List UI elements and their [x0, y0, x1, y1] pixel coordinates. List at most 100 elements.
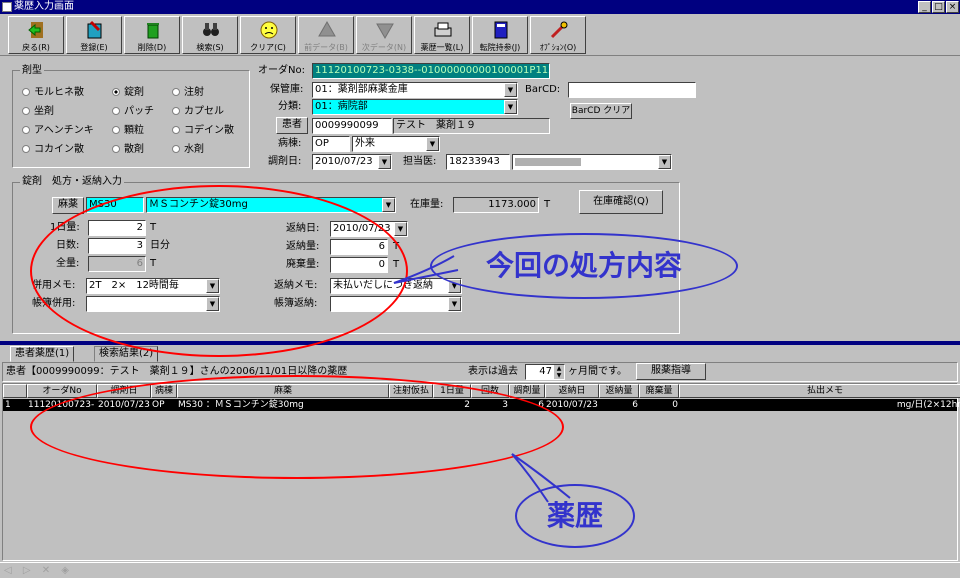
ledger-return-select[interactable]: ▼: [330, 296, 462, 312]
toolbar: 戻る(R) 登録(E) 削除(D) 検索(S) クリア(C) 前データ(B) 次データ(N)…: [0, 14, 960, 56]
radio-dot-icon[interactable]: [22, 88, 30, 96]
days-field[interactable]: 3: [88, 238, 146, 254]
chevron-down-icon[interactable]: ▼: [382, 198, 395, 212]
table-header-cell[interactable]: 返納日: [545, 384, 599, 398]
memo-label: 併用メモ:: [32, 280, 76, 291]
dosage-form-option-label: コデイン散: [184, 125, 234, 136]
radio-dot-icon[interactable]: [172, 145, 180, 153]
dosage-form-option[interactable]: アヘンチンキ: [22, 124, 94, 138]
doctor-name-select[interactable]: ▼: [512, 154, 672, 170]
dosage-form-option[interactable]: 顆粒: [112, 124, 144, 138]
chevron-down-icon[interactable]: ▼: [378, 155, 391, 169]
period-spinner[interactable]: 47 ▲ ▼: [525, 364, 565, 380]
dosage-form-option[interactable]: 錠剤: [112, 86, 144, 100]
patient-id-field[interactable]: 0009990099: [312, 118, 392, 134]
dosage-form-option[interactable]: 散剤: [112, 143, 144, 157]
search-button[interactable]: 検索(S): [182, 16, 238, 54]
chevron-down-icon[interactable]: ▼: [504, 100, 517, 114]
delete-button[interactable]: 削除(D): [124, 16, 180, 54]
order-no-field[interactable]: 11120100723-0338--01000000000100001P112: [312, 63, 550, 79]
chevron-down-icon[interactable]: ▼: [658, 155, 671, 169]
dosage-form-option-label: アヘンチンキ: [34, 125, 94, 136]
table-header-cell[interactable]: 調剤日: [97, 384, 151, 398]
stock-check-button[interactable]: 在庫確認(Q): [579, 190, 663, 214]
dosage-form-option[interactable]: コデイン散: [172, 124, 234, 138]
table-header-cell[interactable]: 返納量: [599, 384, 639, 398]
chevron-down-icon[interactable]: ▼: [448, 297, 461, 311]
prev-button[interactable]: 前データ(B): [298, 16, 354, 54]
ward-code-field[interactable]: OP: [312, 136, 350, 152]
ledger-select[interactable]: ▼: [86, 296, 220, 312]
dosage-form-option[interactable]: 水剤: [172, 143, 204, 157]
table-cell: 6: [632, 400, 638, 410]
radio-dot-icon[interactable]: [112, 88, 120, 96]
daily-field[interactable]: 2: [88, 220, 146, 236]
maximize-button[interactable]: □: [932, 1, 945, 13]
chevron-down-icon[interactable]: ▼: [394, 222, 407, 236]
radio-dot-icon[interactable]: [172, 88, 180, 96]
dispense-date-field[interactable]: 2010/07/23 ▼: [312, 154, 392, 170]
memo-select[interactable]: 2T 2× 12時間毎 ▼: [86, 278, 220, 294]
table-header-cell[interactable]: 調剤量: [509, 384, 545, 398]
ward-select[interactable]: 外来 ▼: [352, 136, 440, 152]
table-row[interactable]: 1 11120100723- 2010/07/23 OP MS30 ：ＭＳコンチン錠30…: [3, 399, 960, 411]
splitter-bar[interactable]: [0, 341, 960, 345]
back-button[interactable]: 戻る(R): [8, 16, 64, 54]
drug-name-select[interactable]: ＭＳコンチン錠30mg ▼: [146, 197, 396, 213]
chevron-down-icon[interactable]: ▼: [504, 83, 517, 97]
dosage-form-option[interactable]: モルヒネ散: [22, 86, 84, 100]
dosage-form-option[interactable]: カプセル: [172, 105, 224, 119]
doctor-id-field[interactable]: 18233943: [446, 154, 510, 170]
radio-dot-icon[interactable]: [112, 145, 120, 153]
dosage-form-option-label: 散剤: [124, 144, 144, 155]
radio-dot-icon[interactable]: [112, 107, 120, 115]
return-memo-label: 返納メモ:: [274, 280, 318, 291]
barcd-clear-button[interactable]: BarCD クリア: [570, 103, 632, 119]
ward-value: 外来: [355, 138, 375, 149]
table-header-cell[interactable]: 払出メモ: [679, 384, 960, 398]
barcd-input[interactable]: [568, 82, 696, 98]
register-button[interactable]: 登録(E): [66, 16, 122, 54]
next-button[interactable]: 次データ(N): [356, 16, 412, 54]
option-button[interactable]: ｵﾌﾟｼｮﾝ(O): [530, 16, 586, 54]
patient-button[interactable]: 患者: [276, 117, 308, 134]
radio-dot-icon[interactable]: [172, 107, 180, 115]
drug-code-field[interactable]: MS30: [86, 197, 144, 213]
table-header-cell[interactable]: 1日量: [433, 384, 471, 398]
return-date-field[interactable]: 2010/07/23 ▼: [330, 221, 408, 237]
narcotic-button[interactable]: 麻薬: [52, 197, 84, 214]
guidance-button[interactable]: 服薬指導: [636, 363, 706, 380]
table-header-cell[interactable]: オーダNo: [27, 384, 97, 398]
dosage-form-option[interactable]: パッチ: [112, 105, 154, 119]
tab-search-results[interactable]: 検索結果(2): [94, 346, 159, 362]
spinner-arrows-icon[interactable]: ▲ ▼: [554, 365, 564, 379]
history-button[interactable]: 薬歴一覧(L): [414, 16, 470, 54]
radio-dot-icon[interactable]: [22, 145, 30, 153]
table-cell: 0: [672, 400, 678, 410]
chevron-down-icon[interactable]: ▼: [426, 137, 439, 151]
dosage-form-option[interactable]: コカイン散: [22, 143, 84, 157]
radio-dot-icon[interactable]: [22, 107, 30, 115]
clear-button[interactable]: クリア(C): [240, 16, 296, 54]
table-header-cell[interactable]: 回数: [471, 384, 509, 398]
dosage-form-option[interactable]: 注射: [172, 86, 204, 100]
tab-patient-history[interactable]: 患者薬歴(1): [10, 346, 75, 362]
category-select[interactable]: 01：病院部 ▼: [312, 99, 518, 115]
table-header-cell[interactable]: 病棟: [151, 384, 177, 398]
tab-strip: 患者薬歴(1) 検索結果(2): [10, 346, 950, 362]
chevron-down-icon[interactable]: ▼: [206, 279, 219, 293]
table-header-cell[interactable]: 注射仮払: [389, 384, 433, 398]
table-header-cell[interactable]: 廃棄量: [639, 384, 679, 398]
back-button-label: 戻る(R): [22, 43, 50, 52]
transfer-button[interactable]: 転院持参(J): [472, 16, 528, 54]
chevron-down-icon[interactable]: ▼: [206, 297, 219, 311]
table-header-cell[interactable]: 麻薬: [177, 384, 389, 398]
close-button[interactable]: ×: [946, 1, 959, 13]
storage-select[interactable]: 01：薬剤部麻薬金庫 ▼: [312, 82, 518, 98]
minimize-button[interactable]: _: [918, 1, 931, 13]
dosage-form-option-label: 注射: [184, 87, 204, 98]
radio-dot-icon[interactable]: [22, 126, 30, 134]
radio-dot-icon[interactable]: [112, 126, 120, 134]
dosage-form-option[interactable]: 坐剤: [22, 105, 54, 119]
radio-dot-icon[interactable]: [172, 126, 180, 134]
